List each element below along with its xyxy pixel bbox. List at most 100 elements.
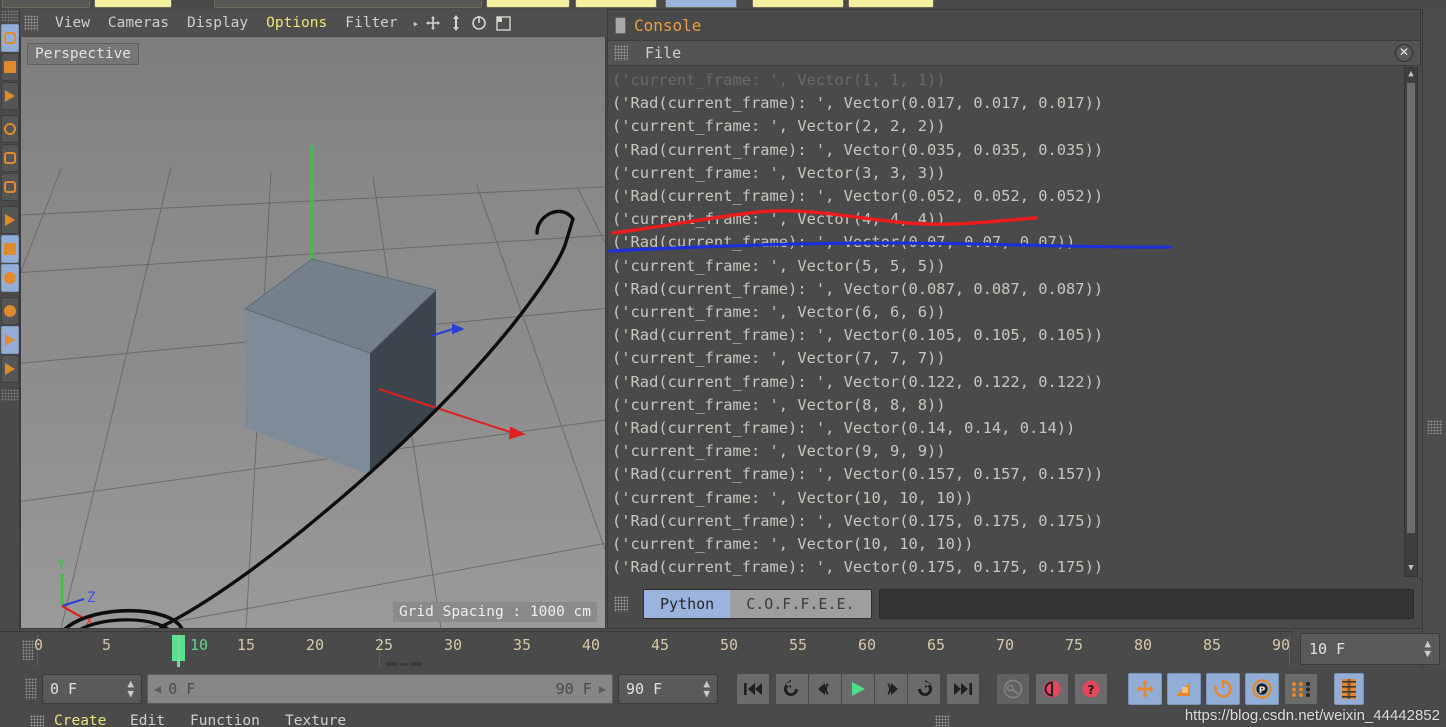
bottom-menu-edit[interactable]: Edit xyxy=(130,713,165,727)
timeline-button[interactable] xyxy=(1334,673,1364,705)
tool-button-polygon-mode[interactable] xyxy=(0,297,19,325)
timeline-grip[interactable] xyxy=(22,640,34,660)
parameter-key-button[interactable]: P xyxy=(1245,673,1279,705)
position-key-button[interactable] xyxy=(1128,673,1162,705)
viewport-menu-cameras[interactable]: Cameras xyxy=(99,13,178,33)
range-left-arrow-icon[interactable]: ◀ xyxy=(154,682,161,696)
bottom-menu-create[interactable]: Create xyxy=(54,713,106,727)
tool-button-workplane[interactable] xyxy=(0,355,19,383)
viewport-menu-overflow-icon[interactable]: ▸ xyxy=(413,17,420,30)
timeline-tick: 40 xyxy=(582,636,601,654)
scroll-down-icon[interactable]: ▼ xyxy=(1406,563,1416,575)
end-frame-spinner-icon[interactable]: ▲ ▼ xyxy=(703,678,710,699)
console-footer-grip[interactable] xyxy=(614,596,628,612)
toolbar-button[interactable] xyxy=(94,0,172,8)
timeline-tick: 30 xyxy=(444,636,463,654)
animation-toolbar-grip[interactable] xyxy=(25,678,37,700)
toolbar-button[interactable] xyxy=(575,0,657,8)
bottom-menu-texture[interactable]: Texture xyxy=(285,713,346,727)
record-active-button[interactable]: ? xyxy=(1074,673,1108,705)
toolbar-button[interactable] xyxy=(848,0,934,8)
range-start-value: 0 F xyxy=(168,680,196,698)
step-back-button[interactable] xyxy=(808,673,842,705)
console-line: ('Rad(current_frame): ', Vector(0.175, 0… xyxy=(612,558,1104,577)
toolbar-button[interactable] xyxy=(752,0,844,8)
bottom-menu-grip[interactable] xyxy=(30,715,44,727)
tool-button-edge-mode[interactable] xyxy=(0,264,19,292)
console-panel: Console File ✕ ('current_frame: ', Vecto… xyxy=(607,9,1422,629)
viewport-menu-filter[interactable]: Filter xyxy=(336,13,406,33)
rail-grip-bottom[interactable] xyxy=(0,389,19,401)
tab-python[interactable]: Python xyxy=(644,590,731,618)
bottom-menu-function[interactable]: Function xyxy=(190,713,260,727)
console-output[interactable]: ('current_frame: ', Vector(1, 1, 1)) ('R… xyxy=(608,67,1422,577)
tool-button-texture-mode[interactable] xyxy=(0,206,19,234)
play-backward-button[interactable] xyxy=(775,673,809,705)
tool-button-axis-lock[interactable] xyxy=(0,326,19,354)
tool-button-point-mode[interactable] xyxy=(0,235,19,263)
go-to-start-button[interactable] xyxy=(736,673,770,705)
viewport-menu-options[interactable]: Options xyxy=(257,13,336,33)
range-right-arrow-icon[interactable]: ▶ xyxy=(599,682,606,696)
bottom-menu-grip-2[interactable] xyxy=(935,715,949,727)
play-button[interactable] xyxy=(841,673,875,705)
console-scrollbar[interactable]: ▲ ▼ xyxy=(1404,67,1418,577)
console-line: ('Rad(current_frame): ', Vector(0.105, 0… xyxy=(612,326,1104,345)
toolbar-button[interactable] xyxy=(665,0,737,8)
scrollbar-thumb[interactable] xyxy=(1407,83,1415,533)
viewport-menu-display[interactable]: Display xyxy=(178,13,257,33)
tool-button-rotate[interactable] xyxy=(0,115,19,143)
move-icon[interactable] xyxy=(425,15,441,31)
tab-coffee[interactable]: C.O.F.F.E.E. xyxy=(730,590,871,618)
viewport-canvas[interactable]: Perspective Grid Spacing : 1000 cm Y Z X xyxy=(20,37,606,629)
point-level-anim-button[interactable] xyxy=(1284,673,1318,705)
object-mode-icon xyxy=(3,152,16,164)
console-line: ('current_frame: ', Vector(10, 10, 10)) xyxy=(612,535,974,554)
timeline-keys[interactable] xyxy=(386,662,422,666)
record-button[interactable] xyxy=(1035,673,1069,705)
autokey-button[interactable] xyxy=(996,673,1030,705)
scroll-up-icon[interactable]: ▲ xyxy=(1406,69,1416,81)
timeline-tick: 50 xyxy=(720,636,739,654)
console-line: ('Rad(current_frame): ', Vector(0.087, 0… xyxy=(612,279,1104,298)
go-to-end-button[interactable] xyxy=(946,673,980,705)
console-menu-file[interactable]: File xyxy=(645,44,681,62)
current-frame-field[interactable]: 10 F ▲ ▼ xyxy=(1300,633,1440,665)
play-forward-button[interactable] xyxy=(907,673,941,705)
step-forward-button[interactable] xyxy=(874,673,908,705)
tool-button-live-selection[interactable] xyxy=(0,24,19,52)
rail-grip[interactable] xyxy=(0,10,19,22)
scale-key-button[interactable] xyxy=(1167,673,1201,705)
preview-range-slider[interactable]: ◀ 0 F 90 F ▶ xyxy=(147,674,613,704)
frame-spinner-icon[interactable]: ▲ ▼ xyxy=(1424,638,1431,659)
timeline-tick: 5 xyxy=(102,636,112,654)
close-icon[interactable]: ✕ xyxy=(1395,44,1413,62)
layout-icon[interactable] xyxy=(496,15,511,31)
tool-button-object-mode[interactable] xyxy=(0,144,19,172)
viewport-menubar: View Cameras Display Options Filter ▸ xyxy=(20,9,606,37)
timeline-ruler[interactable]: 0 5 10 15 20 25 30 35 40 45 50 55 60 65 … xyxy=(0,631,1294,667)
left-tool-rail xyxy=(0,9,20,727)
toolbar-button[interactable] xyxy=(214,0,482,8)
start-frame-field[interactable]: 0 F ▲ ▼ xyxy=(42,674,142,704)
end-frame-field[interactable]: 90 F ▲ ▼ xyxy=(618,674,718,704)
rotation-key-button[interactable] xyxy=(1206,673,1240,705)
viewport-menu-view[interactable]: View xyxy=(46,13,99,33)
tool-button-move[interactable] xyxy=(0,53,19,81)
rotate-icon[interactable] xyxy=(471,15,487,31)
toolbar-button[interactable] xyxy=(2,0,90,8)
viewport-menu-grip[interactable] xyxy=(24,15,38,31)
console-line: ('Rad(current_frame): ', Vector(0.122, 0… xyxy=(612,372,1104,391)
console-command-input[interactable] xyxy=(878,589,1414,619)
right-panel-grip[interactable] xyxy=(1426,420,1443,434)
start-frame-spinner-icon[interactable]: ▲ ▼ xyxy=(127,678,134,699)
tool-button-model-mode[interactable] xyxy=(0,173,19,201)
console-menu-grip[interactable] xyxy=(614,45,628,61)
tool-button-scale[interactable] xyxy=(0,82,19,110)
console-tab-icon[interactable] xyxy=(615,16,626,34)
go-to-end-icon xyxy=(954,683,972,695)
axis-icon[interactable] xyxy=(450,15,462,31)
toolbar-button[interactable] xyxy=(486,0,570,8)
start-frame-value: 0 F xyxy=(50,680,78,698)
timeline-track[interactable]: 0 5 10 15 20 25 30 35 40 45 50 55 60 65 … xyxy=(34,632,1294,668)
